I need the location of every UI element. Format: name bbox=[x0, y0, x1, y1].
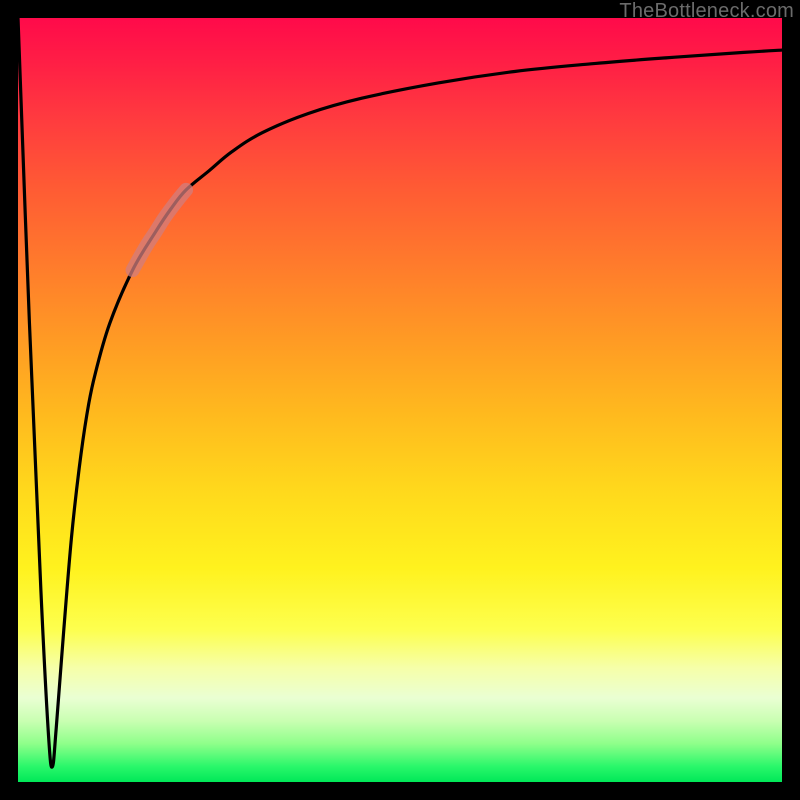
plot-area bbox=[18, 18, 782, 782]
highlight-segment bbox=[133, 190, 186, 270]
chart-frame: TheBottleneck.com bbox=[0, 0, 800, 800]
chart-svg bbox=[18, 18, 782, 782]
bottleneck-curve bbox=[18, 18, 782, 767]
attribution-text: TheBottleneck.com bbox=[619, 0, 794, 23]
